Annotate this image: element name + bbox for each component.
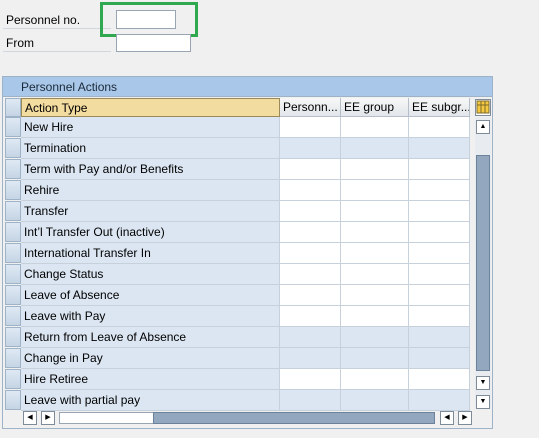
ee-group-cell[interactable]	[341, 348, 409, 369]
column-header-personnel[interactable]: Personn...	[280, 98, 341, 117]
right-arrow-icon[interactable]: ▶	[458, 411, 472, 425]
ee-group-cell[interactable]	[341, 285, 409, 306]
scroll-right-small-button[interactable]: ▶	[41, 411, 55, 425]
personnel-cell[interactable]	[280, 117, 341, 138]
ee-group-cell[interactable]	[341, 117, 409, 138]
action-type-cell[interactable]: Rehire	[21, 180, 280, 201]
action-type-cell[interactable]: Hire Retiree	[21, 369, 280, 390]
row-selector[interactable]	[5, 264, 21, 284]
table-title: Personnel Actions	[3, 77, 492, 97]
row-selector[interactable]	[5, 159, 21, 179]
horizontal-scroll-thumb[interactable]	[153, 412, 435, 424]
row-selector[interactable]	[5, 348, 21, 368]
personnel-cell[interactable]	[280, 285, 341, 306]
row-selector[interactable]	[5, 138, 21, 158]
ee-group-cell[interactable]	[341, 201, 409, 222]
ee-subgroup-cell[interactable]	[409, 180, 470, 201]
ee-group-cell[interactable]	[341, 390, 409, 411]
from-input[interactable]	[116, 34, 191, 52]
row-selector[interactable]	[5, 390, 21, 410]
ee-subgroup-cell[interactable]	[409, 348, 470, 369]
ee-subgroup-cell[interactable]	[409, 264, 470, 285]
personnel-actions-table: Personnel Actions Action Type Personn...…	[2, 76, 493, 429]
personnel-cell[interactable]	[280, 201, 341, 222]
select-all-button[interactable]	[5, 98, 21, 117]
action-type-cell[interactable]: Term with Pay and/or Benefits	[21, 159, 280, 180]
from-label: From	[3, 34, 111, 52]
ee-group-cell[interactable]	[341, 243, 409, 264]
ee-group-cell[interactable]	[341, 180, 409, 201]
column-header-action-type[interactable]: Action Type	[21, 98, 280, 117]
ee-subgroup-cell[interactable]	[409, 117, 470, 138]
personnel-cell[interactable]	[280, 138, 341, 159]
row-selector[interactable]	[5, 117, 21, 137]
left-arrow-icon[interactable]: ◀	[23, 411, 37, 425]
scroll-left-small-button[interactable]: ◀	[440, 411, 454, 425]
row-selector[interactable]	[5, 306, 21, 326]
ee-subgroup-cell[interactable]	[409, 369, 470, 390]
personnel-cell[interactable]	[280, 264, 341, 285]
column-header-ee-group[interactable]: EE group	[341, 98, 409, 117]
column-settings-icon[interactable]	[475, 99, 491, 116]
vertical-scrollbar[interactable]: ▲ ▼ ▼	[475, 117, 491, 409]
action-type-cell[interactable]: Termination	[21, 138, 280, 159]
personnel-cell[interactable]	[280, 327, 341, 348]
ee-group-cell[interactable]	[341, 159, 409, 180]
ee-group-cell[interactable]	[341, 222, 409, 243]
action-type-cell[interactable]: Change in Pay	[21, 348, 280, 369]
ee-group-cell[interactable]	[341, 306, 409, 327]
row-selector[interactable]	[5, 285, 21, 305]
ee-group-cell[interactable]	[341, 369, 409, 390]
personnel-cell[interactable]	[280, 222, 341, 243]
action-type-cell[interactable]: Transfer	[21, 201, 280, 222]
action-type-cell[interactable]: Leave with partial pay	[21, 390, 280, 411]
personnel-no-label: Personnel no.	[3, 11, 111, 29]
row-selector[interactable]	[5, 369, 21, 389]
ee-group-cell[interactable]	[341, 264, 409, 285]
row-selector[interactable]	[5, 201, 21, 221]
ee-group-cell[interactable]	[341, 327, 409, 348]
action-type-cell[interactable]: International Transfer In	[21, 243, 280, 264]
horizontal-scrollbar[interactable]: ◀ ▶ ◀ ▶	[21, 410, 491, 426]
action-type-cell[interactable]: Leave of Absence	[21, 285, 280, 306]
ee-subgroup-cell[interactable]	[409, 138, 470, 159]
row-selector[interactable]	[5, 327, 21, 347]
row-selector[interactable]	[5, 222, 21, 242]
down-arrow-icon[interactable]: ▼	[476, 395, 490, 409]
ee-subgroup-cell[interactable]	[409, 285, 470, 306]
ee-subgroup-cell[interactable]	[409, 159, 470, 180]
action-type-cell[interactable]: Return from Leave of Absence	[21, 327, 280, 348]
personnel-cell[interactable]	[280, 348, 341, 369]
action-type-cell[interactable]: Leave with Pay	[21, 306, 280, 327]
row-selector[interactable]	[5, 180, 21, 200]
ee-subgroup-cell[interactable]	[409, 222, 470, 243]
column-header-ee-subgroup[interactable]: EE subgr...	[409, 98, 470, 117]
vertical-scroll-thumb[interactable]	[476, 155, 490, 371]
ee-subgroup-cell[interactable]	[409, 306, 470, 327]
action-type-cell[interactable]: New Hire	[21, 117, 280, 138]
personnel-cell[interactable]	[280, 390, 341, 411]
personnel-cell[interactable]	[280, 306, 341, 327]
scroll-down-button[interactable]: ▼	[476, 376, 490, 390]
action-type-cell[interactable]: Change Status	[21, 264, 280, 285]
ee-subgroup-cell[interactable]	[409, 243, 470, 264]
focus-highlight	[100, 2, 198, 37]
personnel-cell[interactable]	[280, 159, 341, 180]
ee-group-cell[interactable]	[341, 138, 409, 159]
action-type-cell[interactable]: Int’l Transfer Out (inactive)	[21, 222, 280, 243]
personnel-cell[interactable]	[280, 369, 341, 390]
ee-subgroup-cell[interactable]	[409, 390, 470, 411]
personnel-cell[interactable]	[280, 243, 341, 264]
row-selector[interactable]	[5, 243, 21, 263]
ee-subgroup-cell[interactable]	[409, 327, 470, 348]
up-arrow-icon[interactable]: ▲	[476, 120, 490, 134]
personnel-cell[interactable]	[280, 180, 341, 201]
ee-subgroup-cell[interactable]	[409, 201, 470, 222]
